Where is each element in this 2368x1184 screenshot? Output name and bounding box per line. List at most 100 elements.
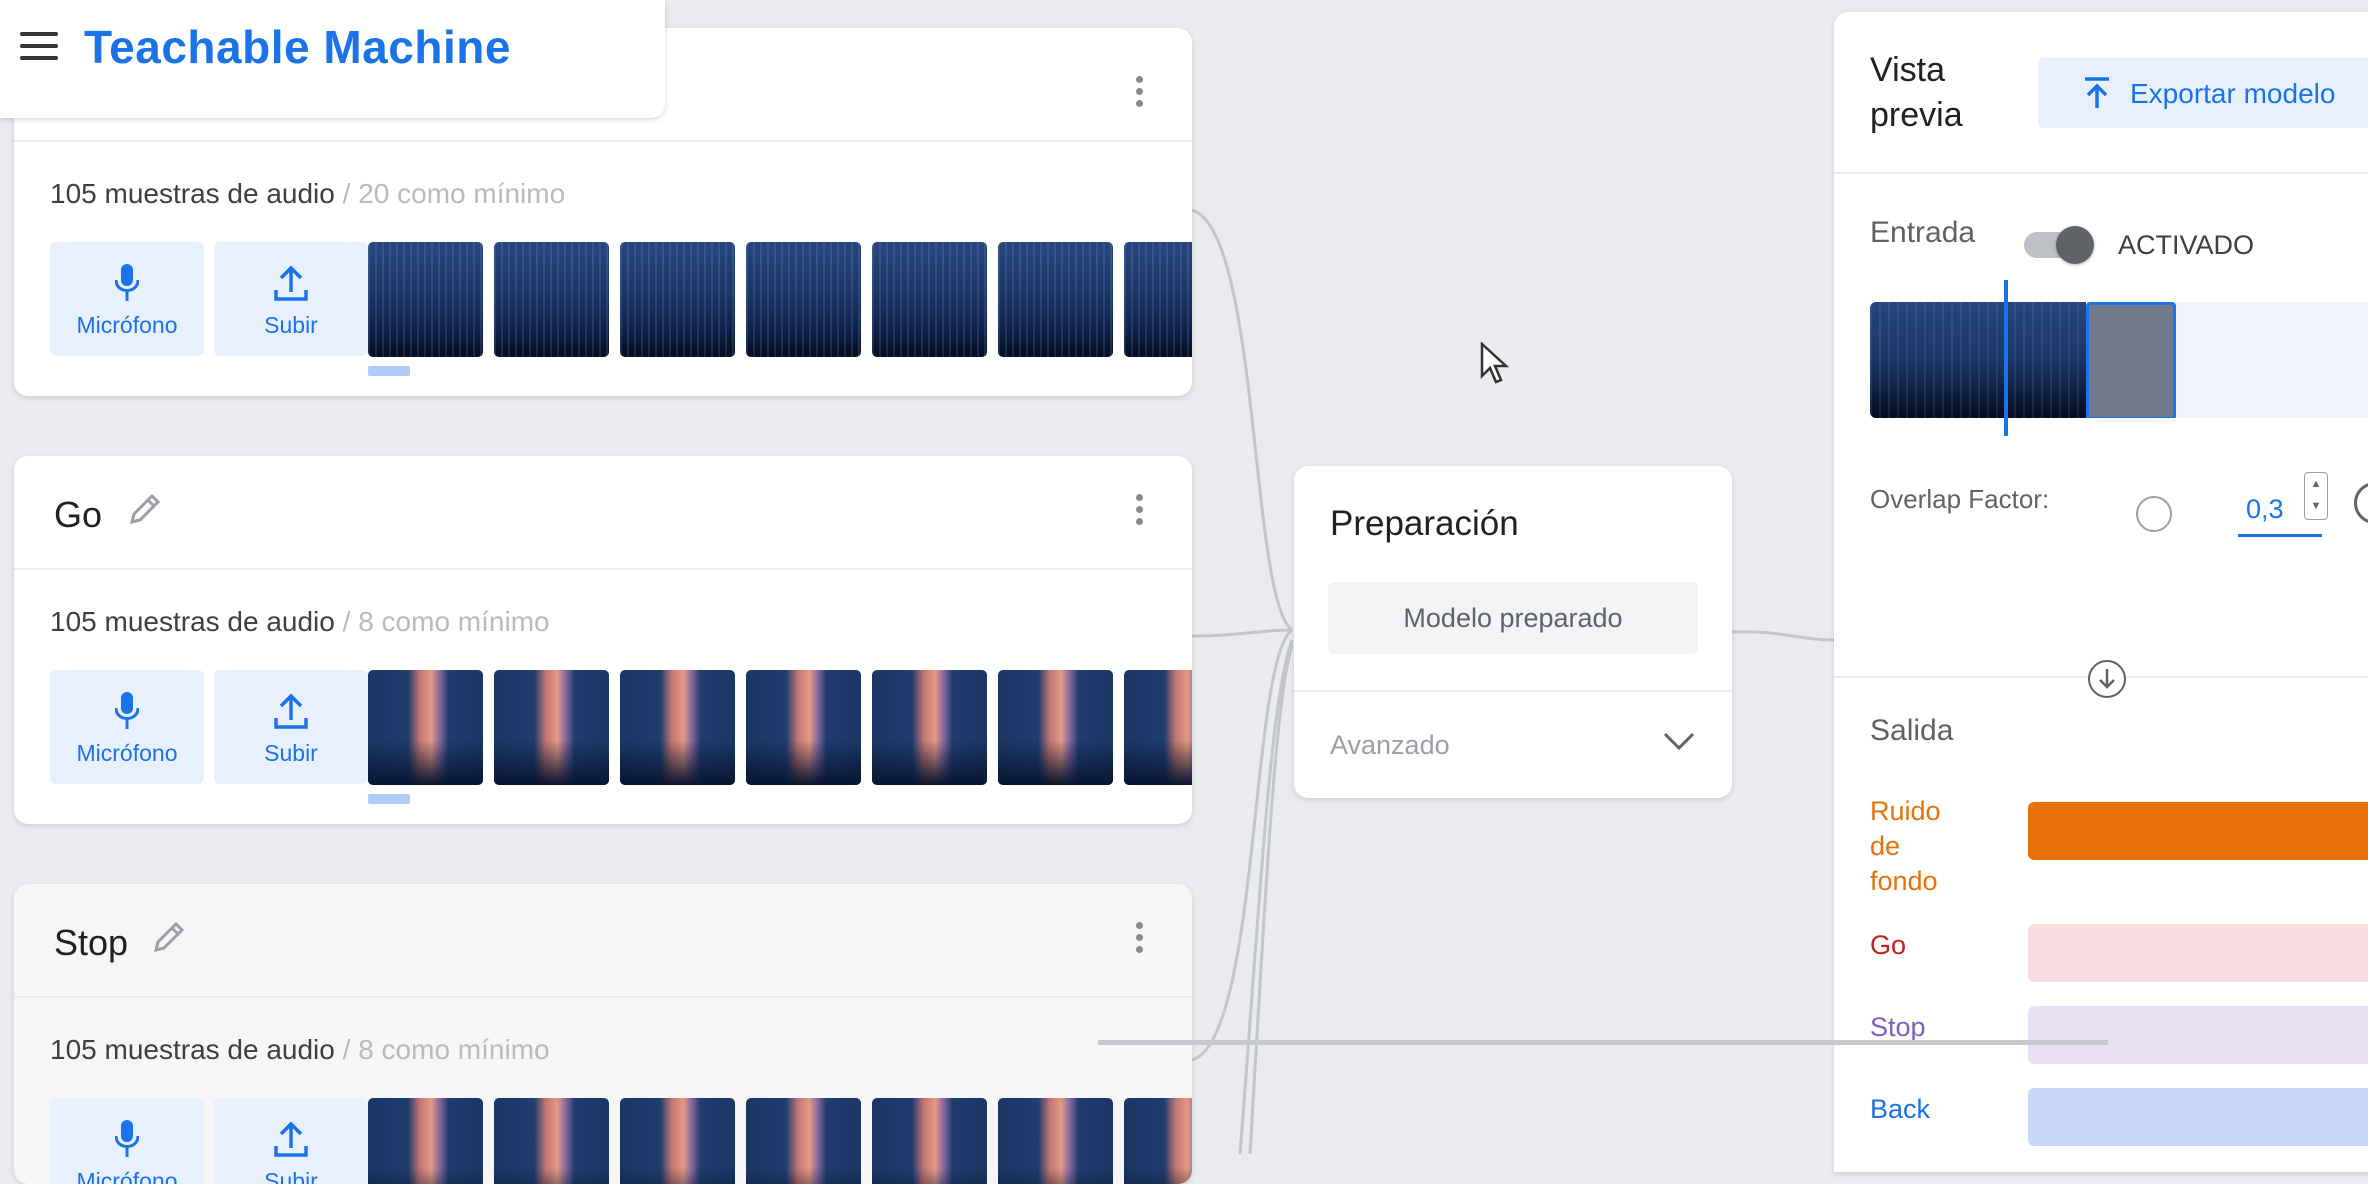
overlap-radio[interactable] (2136, 496, 2172, 532)
microphone-icon (115, 264, 139, 301)
app-logo[interactable]: Teachable Machine (84, 20, 511, 74)
sample-thumbnail[interactable] (494, 242, 609, 357)
sample-thumbnail[interactable] (620, 670, 735, 785)
divider (1834, 172, 2368, 174)
spectrogram-window (2086, 302, 2176, 418)
upload-button[interactable]: Subir (214, 670, 368, 784)
more-options-icon[interactable] (1134, 494, 1144, 530)
sample-thumbnail[interactable] (746, 1098, 861, 1184)
output-label: Salida (1870, 714, 1954, 747)
sample-count-text: 105 muestras de audio (50, 1034, 335, 1065)
sample-thumbnail[interactable] (620, 1098, 735, 1184)
sample-thumbnail[interactable] (872, 1098, 987, 1184)
edit-pencil-icon[interactable] (150, 920, 186, 956)
input-label: Entrada (1870, 216, 1976, 249)
sample-thumbnail[interactable] (368, 1098, 483, 1184)
more-options-icon[interactable] (1134, 76, 1144, 112)
preview-title-line2: previa (1870, 96, 1963, 134)
microphone-button[interactable]: Micrófono (50, 1098, 204, 1184)
scroll-indicator[interactable] (368, 366, 410, 376)
more-options-icon[interactable] (1134, 922, 1144, 958)
microphone-label: Micrófono (76, 1168, 178, 1184)
class-header: Go (14, 456, 1192, 570)
class-name[interactable]: Stop (54, 922, 128, 964)
output-class-label: Go (1870, 930, 1907, 960)
upload-icon (274, 265, 308, 301)
sample-minimum-text: / 20 como mínimo (334, 178, 566, 209)
scroll-indicator[interactable] (368, 794, 410, 804)
sample-thumbnail[interactable] (368, 670, 483, 785)
app-header: Teachable Machine (0, 0, 665, 118)
train-model-button[interactable]: Modelo preparado (1328, 582, 1698, 654)
sample-thumbnail[interactable] (998, 670, 1113, 785)
sample-thumbnail[interactable] (998, 1098, 1113, 1184)
sample-thumbnail[interactable] (1124, 1098, 1192, 1184)
overlay-line (1098, 1040, 2108, 1045)
sample-minimum-text: / 8 como mínimo (334, 1034, 550, 1065)
confidence-bar (2028, 924, 2368, 982)
menu-icon[interactable] (20, 32, 58, 60)
advanced-toggle[interactable]: Avanzado (1330, 730, 1450, 761)
class-header: Stop (14, 884, 1192, 998)
upload-label: Subir (264, 1168, 318, 1184)
upload-icon (274, 1121, 308, 1157)
upload-label: Subir (264, 312, 318, 338)
help-icon[interactable] (2354, 482, 2368, 524)
training-title: Preparación (1330, 504, 1519, 543)
sample-thumbnail[interactable] (1124, 242, 1192, 357)
class-card-stop: Stop 105 muestras de audio / 8 como míni… (14, 884, 1192, 1184)
preview-title-line1: Vista (1870, 51, 1945, 89)
output-class-label: Ruido de fondo (1870, 796, 1941, 896)
microphone-label: Micrófono (76, 740, 178, 766)
microphone-button[interactable]: Micrófono (50, 670, 204, 784)
sample-thumbnail[interactable] (746, 670, 861, 785)
export-model-button[interactable]: Exportar modelo (2038, 58, 2368, 128)
sample-thumbnail[interactable] (872, 670, 987, 785)
arrow-down-icon (2088, 660, 2126, 698)
sample-count: 105 muestras de audio / 20 como mínimo (50, 178, 565, 210)
overlap-stepper[interactable]: ▲ ▼ (2304, 472, 2328, 520)
training-card: Preparación Modelo preparado Avanzado (1294, 466, 1732, 798)
overlap-factor-value: 0,3 (2246, 494, 2284, 524)
sample-count-text: 105 muestras de audio (50, 606, 335, 637)
export-label: Exportar modelo (2130, 78, 2336, 109)
sample-thumbnail[interactable] (872, 242, 987, 357)
class-card-go: Go 105 muestras de audio / 8 como mínimo… (14, 456, 1192, 824)
sample-count: 105 muestras de audio / 8 como mínimo (50, 606, 550, 638)
class-name[interactable]: Go (54, 494, 102, 536)
preview-title: Vista previa (1870, 48, 1963, 138)
upload-button[interactable]: Subir (214, 1098, 368, 1184)
audio-spectrogram-preview (1870, 302, 2368, 418)
microphone-button[interactable]: Micrófono (50, 242, 204, 356)
upload-label: Subir (264, 740, 318, 766)
microphone-icon (115, 1120, 139, 1157)
mouse-cursor-icon (1480, 342, 1510, 384)
divider (1294, 690, 1732, 692)
export-icon (2085, 77, 2109, 108)
overlap-factor-label: Overlap Factor: (1870, 484, 2050, 514)
input-toggle-knob[interactable] (2056, 226, 2094, 264)
sample-thumbnail[interactable] (1124, 670, 1192, 785)
sample-thumbnail[interactable] (494, 1098, 609, 1184)
chevron-down-icon[interactable] (1662, 730, 1696, 752)
confidence-bar: 98% (2028, 802, 2368, 860)
sample-thumbnail[interactable] (998, 242, 1113, 357)
sample-thumbnail[interactable] (620, 242, 735, 357)
confidence-bar (2028, 1006, 2368, 1064)
sample-thumbnail[interactable] (494, 670, 609, 785)
microphone-label: Micrófono (76, 312, 178, 338)
edit-pencil-icon[interactable] (126, 492, 162, 528)
toggle-state-label: ACTIVADO (2118, 230, 2255, 260)
output-class-label: Back (1870, 1094, 1931, 1124)
upload-button[interactable]: Subir (214, 242, 368, 356)
sample-thumbnail[interactable] (746, 242, 861, 357)
preview-panel: Vista previa Exportar modelo Entrada ACT… (1834, 12, 2368, 1172)
microphone-icon (115, 692, 139, 729)
sample-minimum-text: / 8 como mínimo (334, 606, 550, 637)
spectrogram-recorded (1870, 302, 2086, 418)
sample-count: 105 muestras de audio / 8 como mínimo (50, 1034, 550, 1066)
sample-thumbnail[interactable] (368, 242, 483, 357)
upload-icon (274, 693, 308, 729)
confidence-bar (2028, 1088, 2368, 1146)
playhead-line (2004, 280, 2008, 436)
